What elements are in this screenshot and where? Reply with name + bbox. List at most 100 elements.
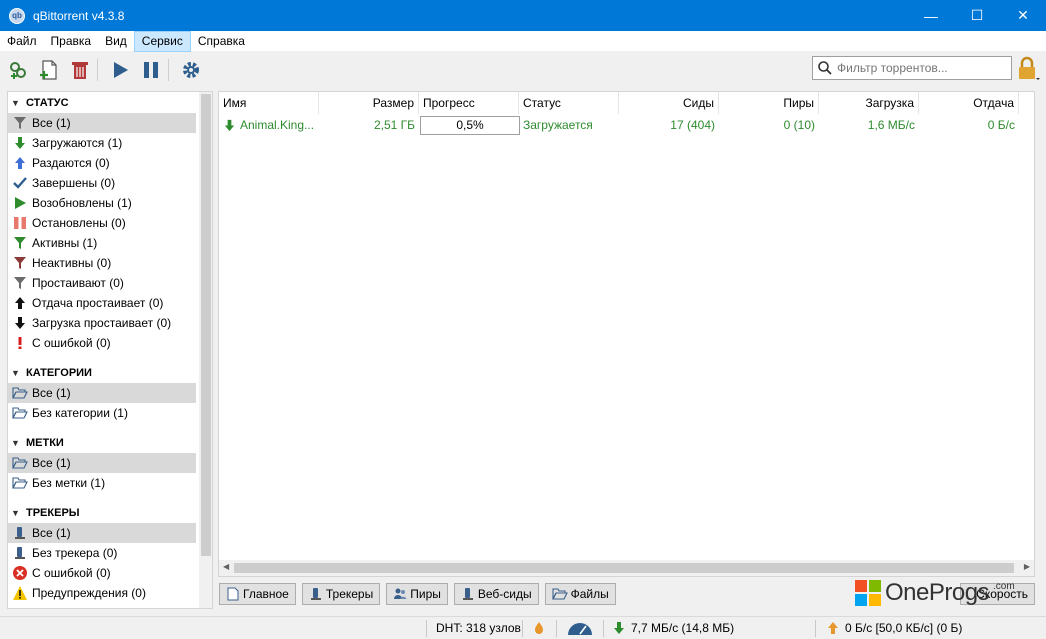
column-header-upload-speed[interactable]: Отдача [919, 92, 1019, 114]
trackers-section-header[interactable]: ▼ ТРЕКЕРЫ [8, 503, 212, 523]
tag-item-all[interactable]: Все (1) [8, 453, 196, 473]
connection-status-icon[interactable] [532, 617, 546, 639]
scroll-right-icon[interactable]: ▶ [1024, 562, 1030, 571]
download-speed-status[interactable]: 7,7 МБ/с (14,8 МБ) [612, 617, 734, 639]
tab-files[interactable]: Файлы [544, 583, 616, 605]
menu-view[interactable]: Вид [98, 31, 134, 52]
torrent-peers: 0 (10) [783, 118, 815, 132]
close-button[interactable]: ✕ [1000, 0, 1046, 31]
torrent-progress-bar: 0,5% [419, 116, 520, 135]
tracker-icon [309, 587, 323, 601]
watermark-suffix: .com [993, 581, 1015, 592]
status-item-paused[interactable]: Остановлены (0) [8, 213, 196, 233]
category-item-all[interactable]: Все (1) [8, 383, 196, 403]
tracker-item-error[interactable]: С ошибкой (0) [8, 563, 196, 583]
column-header-download-speed[interactable]: Загрузка [819, 92, 919, 114]
title-bar: qb qBittorrent v4.3.8 — ☐ ✕ [0, 0, 1046, 31]
status-bar: DHT: 318 узлов 7,7 МБ/с (14,8 МБ) 0 Б/с … [0, 616, 1046, 639]
menu-file[interactable]: Файл [0, 31, 44, 52]
lock-button[interactable] [1016, 56, 1040, 82]
error-circle-icon [12, 565, 28, 581]
column-header-progress[interactable]: Прогресс [419, 92, 519, 114]
delete-button[interactable] [67, 57, 93, 83]
arrow-down-black-icon [12, 315, 28, 331]
tab-general[interactable]: Главное [219, 583, 296, 605]
alt-speed-limits-button[interactable] [567, 617, 593, 639]
properties-tabs: Главное Трекеры Пиры Веб-сиды Файлы [219, 583, 622, 605]
categories-section-header[interactable]: ▼ КАТЕГОРИИ [8, 363, 212, 383]
trash-icon [72, 61, 88, 79]
tracker-item-trackerless[interactable]: Без трекера (0) [8, 543, 196, 563]
tab-trackers[interactable]: Трекеры [301, 583, 381, 605]
toolbar [0, 52, 1046, 87]
search-icon [818, 61, 832, 75]
column-header-status[interactable]: Статус [519, 92, 619, 114]
add-torrent-file-button[interactable] [36, 57, 62, 83]
tracker-item-all[interactable]: Все (1) [8, 523, 196, 543]
watermark-brand: OneProgs [885, 579, 990, 606]
folder-open-icon [12, 385, 28, 401]
add-file-icon [40, 59, 57, 80]
add-torrent-link-button[interactable] [5, 57, 31, 83]
chevron-down-icon: ▼ [11, 368, 20, 378]
tab-web-seeds[interactable]: Веб-сиды [453, 583, 539, 605]
folder-open-icon [12, 405, 28, 421]
torrent-status: Загружается [523, 118, 593, 132]
scrollbar-thumb[interactable] [234, 563, 1014, 573]
sidebar-scrollbar[interactable] [199, 92, 212, 608]
status-item-stalled-uploading[interactable]: Отдача простаивает (0) [8, 293, 196, 313]
statusbar-separator [603, 620, 604, 637]
column-header-name[interactable]: Имя [219, 92, 319, 114]
status-item-stalled[interactable]: Простаивают (0) [8, 273, 196, 293]
category-item-uncategorized[interactable]: Без категории (1) [8, 403, 196, 423]
tab-peers[interactable]: Пиры [386, 583, 448, 605]
options-button[interactable] [178, 57, 204, 83]
menu-help[interactable]: Справка [191, 31, 252, 52]
arrow-down-icon [12, 135, 28, 151]
status-section-header[interactable]: ▼ СТАТУС [8, 93, 212, 113]
table-row[interactable]: Animal.King... 2,51 ГБ 0,5% Загружается … [219, 115, 1034, 136]
status-item-inactive[interactable]: Неактивны (0) [8, 253, 196, 273]
status-item-all[interactable]: Все (1) [8, 113, 196, 133]
tag-item-untagged[interactable]: Без метки (1) [8, 473, 196, 493]
status-item-active[interactable]: Активны (1) [8, 233, 196, 253]
tags-section-header[interactable]: ▼ МЕТКИ [8, 433, 212, 453]
status-item-completed[interactable]: Завершены (0) [8, 173, 196, 193]
tracker-item-warning[interactable]: Предупреждения (0) [8, 583, 196, 603]
chevron-down-icon: ▼ [11, 98, 20, 108]
filter-green-icon [12, 235, 28, 251]
transfer-list: Имя Размер Прогресс Статус Сиды Пиры Заг… [218, 91, 1035, 577]
horizontal-scrollbar[interactable]: ◀ ▶ [219, 560, 1034, 576]
resume-button[interactable] [107, 57, 133, 83]
upload-speed-status[interactable]: 0 Б/с [50,0 КБ/с] (0 Б) [826, 617, 962, 639]
arrow-up-icon [12, 155, 28, 171]
scroll-left-icon[interactable]: ◀ [223, 562, 229, 571]
arrow-up-icon [826, 621, 840, 635]
status-item-resumed[interactable]: Возобновлены (1) [8, 193, 196, 213]
downloading-arrow-icon [223, 119, 236, 132]
column-header-size[interactable]: Размер [319, 92, 419, 114]
menu-edit[interactable]: Правка [44, 31, 99, 52]
status-item-stalled-downloading[interactable]: Загрузка простаивает (0) [8, 313, 196, 333]
torrent-upload-speed: 0 Б/с [987, 118, 1015, 132]
menu-tools[interactable]: Сервис [133, 30, 191, 52]
torrent-size: 2,51 ГБ [373, 118, 415, 132]
exclamation-icon [12, 335, 28, 351]
lock-icon [1019, 56, 1040, 80]
chevron-down-icon: ▼ [11, 508, 20, 518]
scrollbar-thumb[interactable] [201, 94, 211, 556]
warning-icon [12, 585, 28, 601]
status-item-errored[interactable]: С ошибкой (0) [8, 333, 196, 353]
status-item-downloading[interactable]: Загружаются (1) [8, 133, 196, 153]
search-input[interactable] [837, 61, 1007, 75]
maximize-button[interactable]: ☐ [954, 0, 1000, 31]
chevron-down-icon: ▼ [11, 438, 20, 448]
minimize-button[interactable]: — [908, 0, 954, 31]
column-header-seeds[interactable]: Сиды [619, 92, 719, 114]
tracker-icon [12, 525, 28, 541]
pause-button[interactable] [138, 57, 164, 83]
torrent-filter-search[interactable] [812, 56, 1012, 80]
status-item-seeding[interactable]: Раздаются (0) [8, 153, 196, 173]
column-header-peers[interactable]: Пиры [719, 92, 819, 114]
statusbar-separator [426, 620, 427, 637]
